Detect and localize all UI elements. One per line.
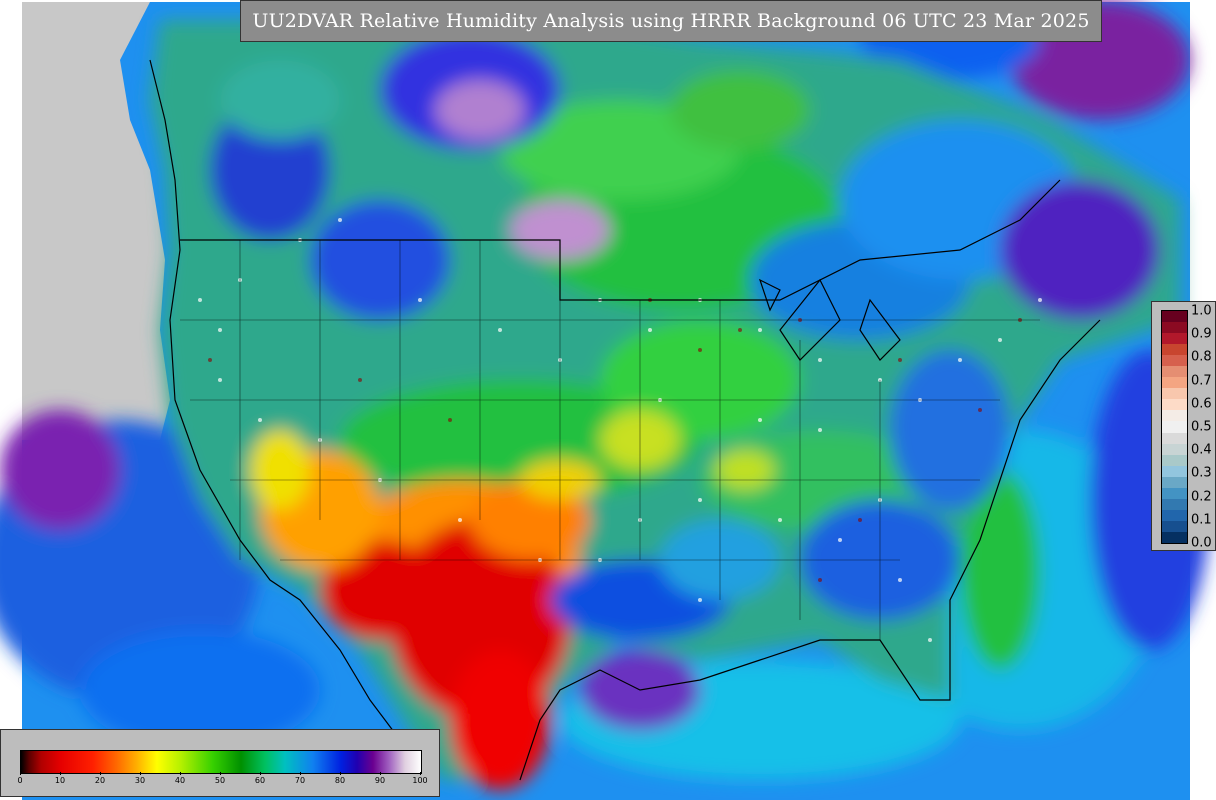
- humidity-tick-mark: [60, 772, 61, 775]
- humidity-tick-label: 20: [94, 776, 106, 785]
- increment-color-step: [1162, 520, 1187, 532]
- increment-tick-label: 0.8: [1191, 349, 1212, 365]
- increment-color-step: [1162, 366, 1187, 378]
- increment-tick-label: 0.7: [1191, 373, 1212, 389]
- increment-color-step: [1162, 355, 1187, 367]
- humidity-tick-mark: [420, 772, 421, 775]
- increment-tick-label: 0.4: [1191, 442, 1212, 458]
- increment-color-step: [1162, 333, 1187, 345]
- increment-color-step: [1162, 421, 1187, 433]
- increment-tick-label: 0.5: [1191, 419, 1212, 435]
- increment-color-step: [1162, 377, 1187, 389]
- humidity-tick-label: 80: [334, 776, 346, 785]
- increment-color-step: [1162, 498, 1187, 510]
- humidity-tick-label: 60: [254, 776, 266, 785]
- humidity-tick-mark: [260, 772, 261, 775]
- humidity-tick-mark: [220, 772, 221, 775]
- humidity-tick-label: 90: [374, 776, 386, 785]
- increment-colorbar: 1.0 0.9 0.8 0.7 0.6 0.5 0.4 0.3 0.2 0.1 0.0: [1151, 301, 1216, 551]
- increment-color-step: [1162, 432, 1187, 444]
- increment-tick-label: 0.3: [1191, 465, 1212, 481]
- humidity-tick-mark: [140, 772, 141, 775]
- humidity-tick-mark: [100, 772, 101, 775]
- increment-color-step: [1162, 509, 1187, 521]
- humidity-tick-label: 30: [134, 776, 146, 785]
- increment-color-step: [1162, 454, 1187, 466]
- humidity-tick-mark: [340, 772, 341, 775]
- humidity-map: [0, 0, 1216, 800]
- humidity-tick-mark: [20, 772, 21, 775]
- humidity-tick-label: 50: [214, 776, 226, 785]
- map-title: UU2DVAR Relative Humidity Analysis using…: [240, 0, 1102, 42]
- increment-color-step: [1162, 322, 1187, 334]
- increment-color-step: [1162, 388, 1187, 400]
- increment-color-step: [1162, 487, 1187, 499]
- increment-colorbar-gradient: [1161, 310, 1188, 544]
- humidity-tick-mark: [300, 772, 301, 775]
- increment-color-step: [1162, 344, 1187, 356]
- humidity-tick-label: 40: [174, 776, 186, 785]
- humidity-colorbar: 0 10 20 30 40 50 60 70 80 90 100: [0, 729, 440, 797]
- increment-color-step: [1162, 476, 1187, 488]
- increment-color-step: [1162, 443, 1187, 455]
- humidity-tick-label: 0: [17, 776, 23, 785]
- humidity-colorbar-gradient: [20, 750, 422, 774]
- humidity-tick-mark: [180, 772, 181, 775]
- humidity-tick-label: 10: [54, 776, 66, 785]
- increment-color-step: [1162, 531, 1187, 543]
- increment-color-step: [1162, 465, 1187, 477]
- humidity-tick-label: 70: [294, 776, 306, 785]
- humidity-tick-label: 100: [412, 776, 428, 785]
- humidity-tick-mark: [380, 772, 381, 775]
- increment-tick-label: 0.2: [1191, 489, 1212, 505]
- increment-color-step: [1162, 410, 1187, 422]
- increment-tick-label: 0.1: [1191, 512, 1212, 528]
- increment-tick-label: 0.9: [1191, 326, 1212, 342]
- increment-color-step: [1162, 311, 1187, 323]
- increment-color-step: [1162, 399, 1187, 411]
- increment-tick-label: 0.6: [1191, 396, 1212, 412]
- increment-tick-label: 1.0: [1191, 303, 1212, 319]
- increment-tick-label: 0.0: [1191, 535, 1212, 551]
